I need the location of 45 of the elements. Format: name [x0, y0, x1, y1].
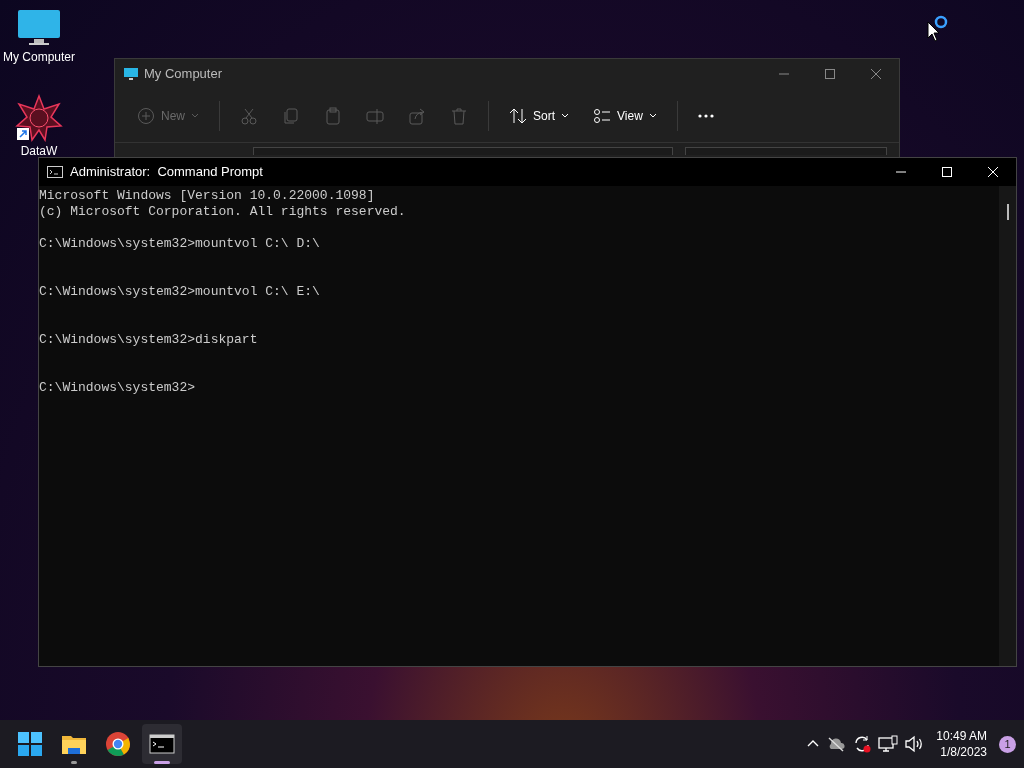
- close-icon: [988, 167, 998, 177]
- icon-label: DataW: [20, 143, 58, 160]
- chrome-icon: [104, 730, 132, 758]
- console-line: C:\Windows\system32>mountvol C:\ E:\: [39, 284, 320, 300]
- chevron-down-icon: [191, 112, 199, 119]
- list-view-icon: [593, 106, 612, 125]
- clock[interactable]: 10:49 AM 1/8/2023: [930, 728, 993, 760]
- rename-icon: [366, 106, 384, 125]
- more-icon: [697, 113, 714, 118]
- chevron-down-icon: [648, 112, 657, 119]
- scrollbar-thumb[interactable]: [1006, 204, 1009, 220]
- window-title: My Computer: [144, 65, 223, 84]
- console-line: C:\Windows\system32>diskpart: [39, 332, 258, 348]
- monitor-icon: [123, 66, 139, 82]
- console-icon: [47, 166, 63, 178]
- view-button[interactable]: View: [583, 97, 667, 134]
- window-title: Administrator: Command Prompt: [70, 163, 263, 182]
- plus-circle-icon: [137, 106, 155, 125]
- loading-cursor-icon: [926, 14, 950, 42]
- maximize-icon: [942, 167, 952, 177]
- speaker-icon[interactable]: [904, 735, 925, 753]
- paste-icon: [324, 106, 342, 125]
- notification-badge[interactable]: 1: [999, 735, 1016, 753]
- icon-label: My Computer: [3, 49, 75, 66]
- start-icon: [16, 730, 44, 758]
- share-icon: [408, 106, 426, 125]
- console-line: C:\Windows\system32>: [39, 380, 196, 396]
- cut-icon: [240, 106, 258, 125]
- network-icon[interactable]: [878, 735, 899, 753]
- monitor-icon[interactable]: [17, 8, 61, 48]
- copy-icon: [282, 106, 300, 125]
- console-line: C:\Windows\system32>mountvol C:\ D:\: [39, 236, 320, 252]
- maximize-icon: [825, 69, 835, 79]
- trash-icon: [450, 106, 468, 125]
- sync-icon[interactable]: [852, 734, 873, 754]
- star-shortcut-icon[interactable]: [15, 94, 63, 142]
- close-icon: [871, 69, 881, 79]
- sort-icon: [509, 106, 527, 125]
- console-line: (c) Microsoft Corporation. All rights reserved.: [39, 204, 406, 220]
- chevron-down-icon: [561, 112, 570, 119]
- sort-button[interactable]: Sort: [499, 97, 580, 134]
- console-line: Microsoft Windows [Version 10.0.22000.1098]: [39, 188, 375, 204]
- taskbar-button[interactable]: [142, 724, 182, 764]
- cloud-off-icon[interactable]: [826, 736, 847, 752]
- search-field[interactable]: [685, 147, 887, 155]
